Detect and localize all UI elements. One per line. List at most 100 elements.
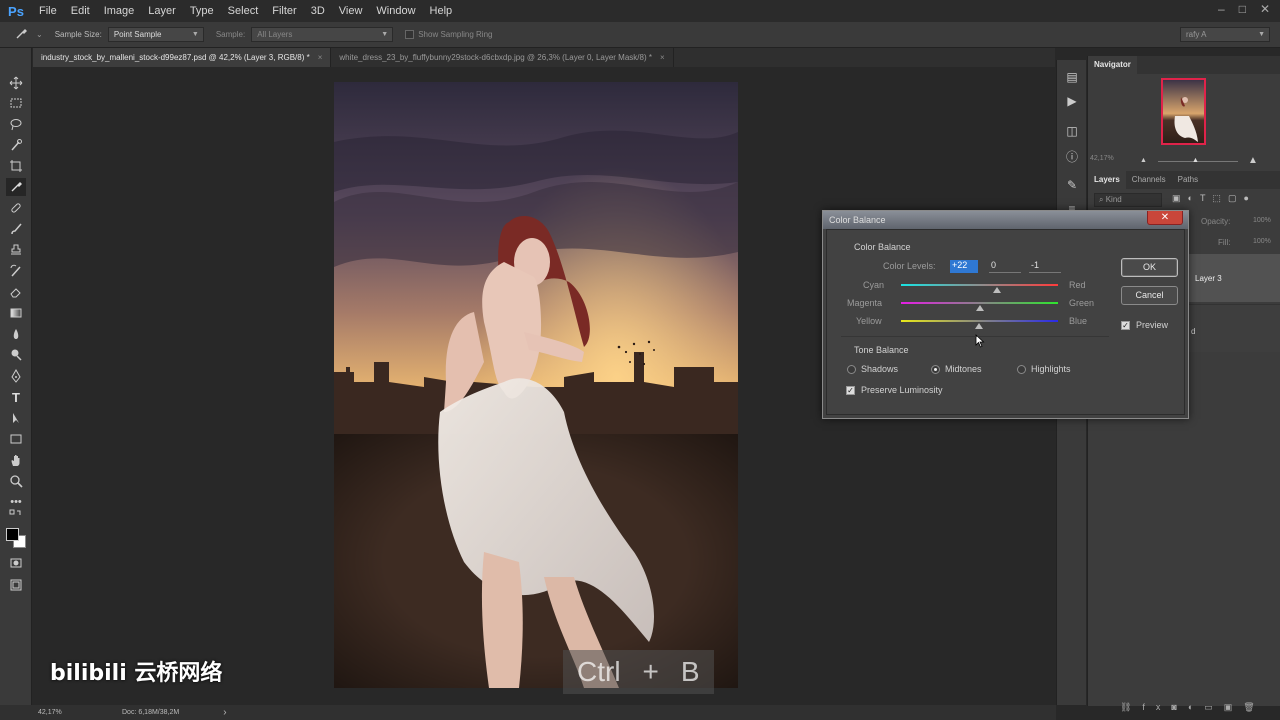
- marquee-tool-icon[interactable]: [6, 94, 26, 112]
- navigator-thumbnail[interactable]: [1161, 78, 1206, 145]
- menu-type[interactable]: Type: [183, 5, 221, 17]
- tab-layers[interactable]: Layers: [1088, 171, 1126, 189]
- blue-label: Blue: [1069, 316, 1088, 326]
- preview-checkbox[interactable]: ✓: [1121, 321, 1130, 330]
- menu-file[interactable]: File: [32, 5, 64, 17]
- highlights-radio[interactable]: [1017, 365, 1026, 374]
- navigator-zoom[interactable]: 42,17%: [1090, 155, 1114, 162]
- highlights-label[interactable]: Highlights: [1031, 364, 1071, 374]
- zoom-tool-icon[interactable]: [6, 472, 26, 490]
- healing-brush-tool-icon[interactable]: [6, 199, 26, 217]
- tool-preset-chevron-icon[interactable]: ⌄: [36, 30, 43, 39]
- fill-value[interactable]: 100%: [1253, 238, 1271, 245]
- maximize-button[interactable]: □: [1239, 2, 1246, 16]
- preserve-luminosity-label[interactable]: Preserve Luminosity: [861, 385, 943, 395]
- close-window-button[interactable]: ✕: [1260, 2, 1270, 16]
- tab-white-dress[interactable]: white_dress_23_by_fluffybunny29stock-d6c…: [331, 48, 674, 67]
- zoom-in-icon[interactable]: ▲: [1248, 155, 1258, 166]
- eyedropper-tool-icon[interactable]: [14, 27, 36, 43]
- menu-select[interactable]: Select: [221, 5, 266, 17]
- workspace-select[interactable]: rafy A ▼: [1180, 27, 1270, 42]
- tool-presets-icon[interactable]: ✎: [1064, 178, 1080, 194]
- document-artwork[interactable]: [334, 82, 738, 688]
- pen-tool-icon[interactable]: [6, 367, 26, 385]
- swap-colors-icon[interactable]: [6, 509, 26, 521]
- level-magenta-green-input[interactable]: 0: [989, 260, 1021, 273]
- minimize-button[interactable]: –: [1218, 2, 1225, 16]
- document-size[interactable]: Doc: 6,18M/38,2M: [122, 709, 179, 716]
- shadows-radio[interactable]: [847, 365, 856, 374]
- layer-name[interactable]: d: [1191, 327, 1195, 336]
- cancel-button[interactable]: Cancel: [1121, 286, 1178, 305]
- quick-mask-icon[interactable]: [6, 554, 26, 572]
- menu-window[interactable]: Window: [369, 5, 422, 17]
- yellow-blue-slider[interactable]: [901, 320, 1058, 322]
- rectangle-tool-icon[interactable]: [6, 430, 26, 448]
- sample-layers-value: All Layers: [257, 30, 293, 39]
- lasso-tool-icon[interactable]: [6, 115, 26, 133]
- foreground-color-swatch[interactable]: [6, 528, 19, 541]
- history-panel-icon[interactable]: ▤: [1064, 70, 1080, 86]
- gradient-tool-icon[interactable]: [6, 304, 26, 322]
- actions-panel-icon[interactable]: ▶: [1064, 94, 1080, 110]
- dialog-title[interactable]: Color Balance: [823, 211, 1188, 229]
- info-panel-icon[interactable]: ⓘ: [1064, 148, 1080, 164]
- tone-balance-group-label: Tone Balance: [854, 345, 909, 355]
- history-brush-tool-icon[interactable]: [6, 262, 26, 280]
- level-cyan-red-input[interactable]: +22: [950, 260, 978, 273]
- sampling-ring-checkbox[interactable]: [405, 30, 415, 40]
- sample-layers-select[interactable]: All Layers ▼: [251, 27, 394, 42]
- ok-button[interactable]: OK: [1121, 258, 1178, 277]
- status-menu-arrow[interactable]: ›: [223, 707, 226, 718]
- zoom-level[interactable]: 42,17%: [38, 709, 88, 716]
- cyan-red-slider-thumb[interactable]: [992, 287, 1001, 293]
- menu-view[interactable]: View: [332, 5, 370, 17]
- magenta-green-slider-thumb[interactable]: [975, 305, 984, 311]
- dodge-tool-icon[interactable]: [6, 346, 26, 364]
- menu-layer[interactable]: Layer: [141, 5, 183, 17]
- zoom-slider-thumb[interactable]: ▲: [1192, 157, 1199, 164]
- zoom-out-icon[interactable]: ▲: [1140, 157, 1147, 164]
- tab-navigator[interactable]: Navigator: [1088, 56, 1137, 74]
- close-tab-icon[interactable]: ×: [318, 53, 323, 62]
- close-tab-icon[interactable]: ×: [660, 53, 665, 62]
- clone-stamp-tool-icon[interactable]: [6, 241, 26, 259]
- blur-tool-icon[interactable]: [6, 325, 26, 343]
- magenta-green-slider[interactable]: [901, 302, 1058, 304]
- shadows-label[interactable]: Shadows: [861, 364, 898, 374]
- sample-size-select[interactable]: Point Sample ▼: [107, 27, 204, 42]
- sampling-ring-option[interactable]: Show Sampling Ring: [405, 30, 492, 40]
- eraser-tool-icon[interactable]: [6, 283, 26, 301]
- dialog-close-button[interactable]: ✕: [1147, 211, 1183, 225]
- tab-channels[interactable]: Channels: [1126, 171, 1172, 189]
- opacity-value[interactable]: 100%: [1253, 217, 1271, 224]
- tab-industry-stock[interactable]: industry_stock_by_malleni_stock-d99ez87.…: [33, 48, 332, 67]
- preview-label[interactable]: Preview: [1136, 320, 1168, 330]
- cyan-red-slider[interactable]: [901, 284, 1058, 286]
- color-swatches[interactable]: [4, 526, 28, 550]
- move-tool-icon[interactable]: [6, 74, 26, 92]
- screen-mode-icon[interactable]: [6, 576, 26, 594]
- midtones-radio[interactable]: [931, 365, 940, 374]
- midtones-label[interactable]: Midtones: [945, 364, 982, 374]
- quick-select-tool-icon[interactable]: [6, 136, 26, 154]
- level-yellow-blue-input[interactable]: -1: [1029, 260, 1061, 273]
- layer-kind-filter[interactable]: ⌕ Kind: [1094, 193, 1162, 207]
- type-tool-icon[interactable]: T: [6, 388, 26, 406]
- path-selection-tool-icon[interactable]: [6, 409, 26, 427]
- menu-edit[interactable]: Edit: [64, 5, 97, 17]
- eyedropper-tool-icon[interactable]: [6, 178, 26, 196]
- menu-3d[interactable]: 3D: [304, 5, 332, 17]
- brush-tool-icon[interactable]: [6, 220, 26, 238]
- yellow-blue-slider-thumb[interactable]: [974, 323, 983, 329]
- preserve-luminosity-checkbox[interactable]: ✓: [846, 386, 855, 395]
- menu-help[interactable]: Help: [423, 5, 460, 17]
- tab-paths[interactable]: Paths: [1172, 171, 1204, 189]
- menu-filter[interactable]: Filter: [265, 5, 303, 17]
- menu-image[interactable]: Image: [97, 5, 142, 17]
- crop-tool-icon[interactable]: [6, 157, 26, 175]
- navigator-zoom-slider[interactable]: ▲ ▲ ▲: [1140, 155, 1260, 166]
- hand-tool-icon[interactable]: [6, 451, 26, 469]
- properties-panel-icon[interactable]: ◫: [1064, 124, 1080, 140]
- layer-name[interactable]: Layer 3: [1195, 274, 1222, 283]
